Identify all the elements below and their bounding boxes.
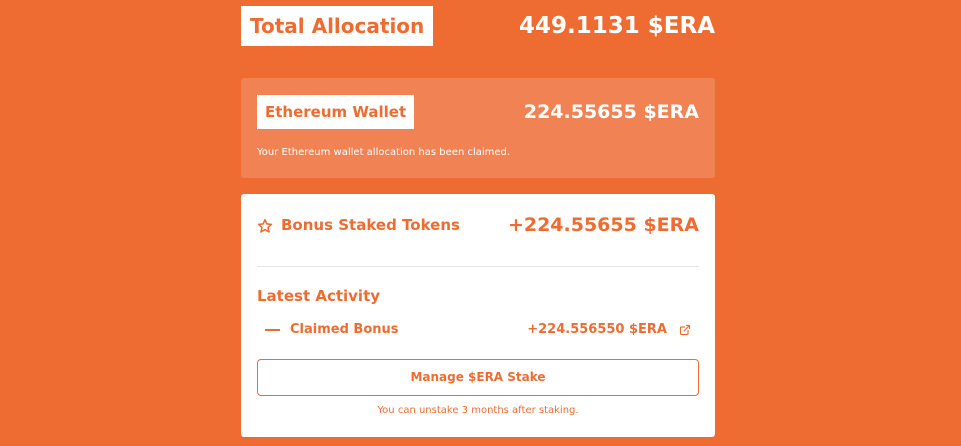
ethereum-wallet-claimed-note: Your Ethereum wallet allocation has been… (257, 147, 511, 158)
bonus-staked-value: +224.55655 $ERA (507, 214, 699, 236)
total-allocation-row: Total Allocation 449.1131 $ERA (241, 6, 715, 46)
star-outline-icon (257, 218, 273, 233)
ethereum-wallet-card: Ethereum Wallet 224.55655 $ERA Your Ethe… (241, 78, 715, 178)
ethereum-wallet-value: 224.55655 $ERA (523, 101, 699, 123)
external-link-icon[interactable] (679, 324, 691, 336)
activity-item: Claimed Bonus +224.556550 $ERA (265, 319, 691, 341)
bonus-card: Bonus Staked Tokens +224.55655 $ERA Late… (241, 194, 715, 437)
activity-item-value: +224.556550 $ERA (527, 322, 667, 337)
total-allocation-value: 449.1131 $ERA (519, 13, 715, 39)
activity-item-label: Claimed Bonus (290, 322, 399, 337)
allocation-page: Total Allocation 449.1131 $ERA Ethereum … (0, 0, 961, 446)
bonus-staked-label: Bonus Staked Tokens (281, 216, 460, 234)
ethereum-wallet-label: Ethereum Wallet (257, 95, 415, 129)
latest-activity-title: Latest Activity (257, 287, 381, 305)
total-allocation-label: Total Allocation (241, 6, 434, 46)
dash-icon (265, 329, 280, 331)
divider (257, 266, 699, 267)
unstake-note: You can unstake 3 months after staking. (377, 405, 579, 416)
bonus-staked-row: Bonus Staked Tokens +224.55655 $ERA (257, 211, 699, 239)
manage-stake-button[interactable]: Manage $ERA Stake (257, 359, 699, 396)
